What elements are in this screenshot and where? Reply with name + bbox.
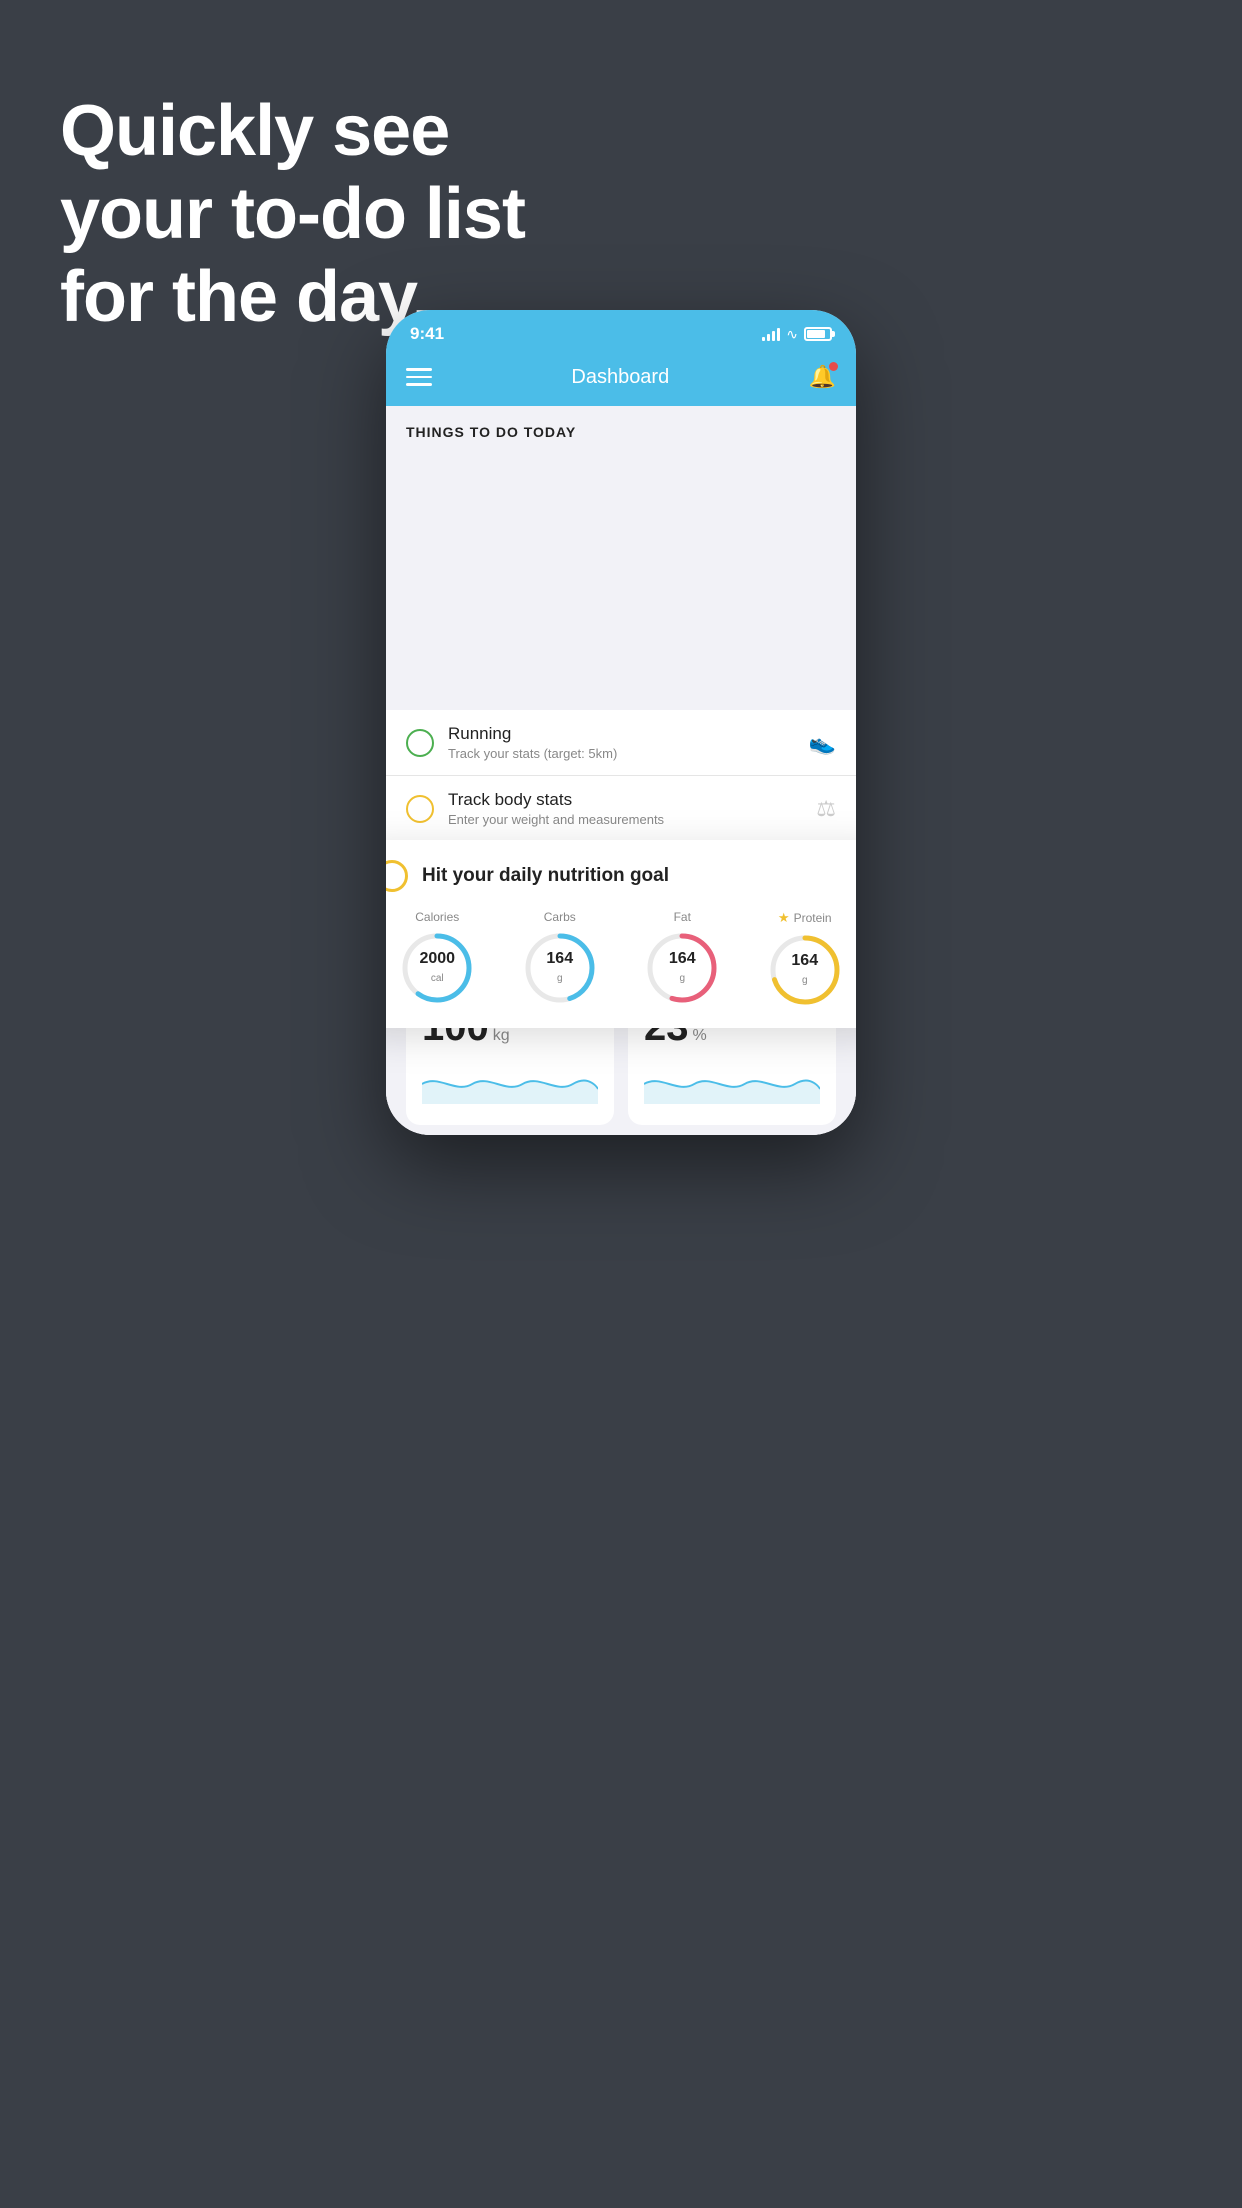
todo-check-circle	[406, 795, 434, 823]
notification-button[interactable]: 🔔	[809, 364, 836, 390]
ring-text: 2000 cal	[419, 950, 455, 986]
card-overlap-container: Hit your daily nutrition goal Calories 2…	[386, 710, 856, 908]
todo-check-circle	[406, 729, 434, 757]
mini-chart	[644, 1064, 820, 1104]
background: Quickly see your to-do list for the day.…	[0, 0, 1242, 2208]
ring-unit: g	[679, 973, 685, 984]
nutrition-label: Fat	[674, 910, 691, 924]
battery-icon	[804, 327, 832, 341]
nutrition-name: Protein	[794, 911, 832, 925]
content-area: THINGS TO DO TODAY Hit your daily nutrit…	[386, 406, 856, 1135]
nutrition-label: Calories	[415, 910, 459, 924]
nutrition-item: Calories 2000 cal	[399, 910, 475, 1008]
hero-text: Quickly see your to-do list for the day.	[60, 90, 525, 338]
phone-shell: 9:41 ∿	[386, 310, 856, 1135]
todo-item[interactable]: Running Track your stats (target: 5km) 👟	[386, 710, 856, 776]
ring-value: 164	[546, 950, 573, 968]
hamburger-button[interactable]	[406, 368, 432, 386]
ring-container: 164 g	[767, 932, 843, 1008]
nav-bar: Dashboard 🔔	[386, 354, 856, 406]
ring-text: 164 g	[791, 952, 818, 988]
progress-unit: %	[693, 1027, 707, 1045]
ring-text: 164 g	[546, 950, 573, 986]
todo-sub: Track your stats (target: 5km)	[448, 746, 809, 761]
star-icon: ★	[778, 910, 790, 926]
nutrition-item: ★ Protein 164 g	[767, 910, 843, 1008]
todo-text-block: Running Track your stats (target: 5km)	[448, 724, 809, 761]
ring-container: 164 g	[522, 930, 598, 1006]
todo-title: Track body stats	[448, 790, 816, 810]
nutrition-circles: Calories 2000 cal Carbs 164 g	[386, 910, 856, 1008]
ring-value: 164	[791, 952, 818, 970]
ring-value: 164	[669, 950, 696, 968]
ring-unit: cal	[431, 973, 444, 984]
signal-icon	[762, 327, 780, 341]
ring-text: 164 g	[669, 950, 696, 986]
nutrition-goal-card[interactable]: Hit your daily nutrition goal Calories 2…	[386, 840, 856, 1028]
todo-item[interactable]: Track body stats Enter your weight and m…	[386, 776, 856, 842]
progress-unit: kg	[493, 1027, 510, 1045]
todo-sub: Enter your weight and measurements	[448, 812, 816, 827]
nutrition-item: Fat 164 g	[644, 910, 720, 1008]
todo-action-icon: ⚖	[816, 796, 836, 822]
nutrition-name: Carbs	[544, 910, 576, 924]
status-icons: ∿	[762, 326, 832, 343]
todo-text-block: Track body stats Enter your weight and m…	[448, 790, 816, 827]
card-title: Hit your daily nutrition goal	[422, 865, 669, 887]
status-bar: 9:41 ∿	[386, 310, 856, 354]
nutrition-label: Carbs	[544, 910, 576, 924]
todo-title: Running	[448, 724, 809, 744]
ring-container: 2000 cal	[399, 930, 475, 1006]
nutrition-name: Calories	[415, 910, 459, 924]
todo-action-icon: 👟	[809, 730, 836, 756]
mini-chart	[422, 1064, 598, 1104]
nutrition-name: Fat	[674, 910, 691, 924]
nutrition-item: Carbs 164 g	[522, 910, 598, 1008]
nutrition-label: ★ Protein	[778, 910, 832, 926]
ring-unit: g	[802, 975, 808, 986]
ring-container: 164 g	[644, 930, 720, 1006]
wifi-icon: ∿	[786, 326, 798, 343]
ring-value: 2000	[419, 950, 455, 968]
things-todo-header: THINGS TO DO TODAY	[386, 406, 856, 450]
ring-unit: g	[557, 973, 563, 984]
status-time: 9:41	[410, 324, 444, 344]
nav-title: Dashboard	[571, 366, 669, 389]
card-check-circle	[386, 860, 408, 892]
phone-mockup: 9:41 ∿	[386, 310, 856, 1135]
notification-dot	[829, 362, 838, 371]
